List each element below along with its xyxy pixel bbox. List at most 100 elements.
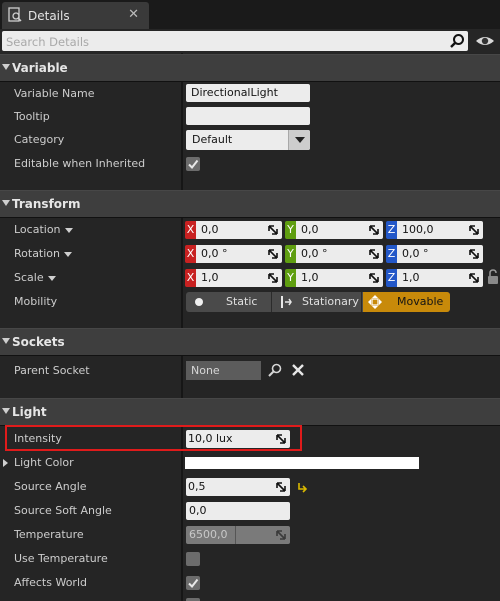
temperature-input[interactable]: 6500,0 <box>186 526 290 544</box>
category-sockets[interactable]: Sockets <box>0 328 500 356</box>
parent-socket-field[interactable]: None <box>186 361 261 380</box>
drag-arrow-icon <box>268 225 278 235</box>
rotation-z-value: 0,0 ° <box>402 247 429 260</box>
clear-icon[interactable] <box>292 364 304 376</box>
rotation-x-value: 0,0 ° <box>201 247 228 260</box>
axis-x-label: X <box>185 245 196 263</box>
close-icon[interactable]: ✕ <box>128 7 139 22</box>
mobility-movable-button[interactable]: Movable <box>363 292 450 312</box>
scale-y-input[interactable]: 1,0 <box>296 269 383 287</box>
eye-icon[interactable] <box>474 32 496 50</box>
property-label: Mobility <box>14 295 58 308</box>
source-angle-value: 0,5 <box>188 480 206 493</box>
scale-label[interactable]: Scale <box>14 271 56 284</box>
move-icon <box>368 295 382 309</box>
property-label: Affects World <box>14 576 87 589</box>
property-label: Light Color <box>14 456 74 469</box>
search-icon[interactable] <box>449 33 465 49</box>
property-label: Scale <box>14 271 44 284</box>
variable-name-input[interactable]: DirectionalLight <box>186 84 310 102</box>
source-angle-input[interactable]: 0,5 <box>186 478 290 496</box>
expand-arrow-icon <box>2 64 10 70</box>
tab-details[interactable]: Details ✕ <box>2 2 149 29</box>
scale-z-input[interactable]: 1,0 <box>397 269 483 287</box>
property-label: Parent Socket <box>14 364 90 377</box>
source-soft-angle-input[interactable]: 0,0 <box>186 502 290 520</box>
drag-arrow-icon <box>276 530 286 540</box>
row-source-angle: Source Angle 0,5 <box>0 475 500 499</box>
variable-name-value: DirectionalLight <box>191 86 278 99</box>
tab-label: Details <box>28 9 70 23</box>
expand-arrow-icon[interactable] <box>3 459 8 467</box>
expand-arrow-icon <box>2 408 10 414</box>
category-title: Transform <box>12 197 81 211</box>
row-use-temperature: Use Temperature <box>0 547 500 571</box>
drag-arrow-icon <box>369 225 379 235</box>
rotation-z-input[interactable]: 0,0 ° <box>397 245 483 263</box>
category-light[interactable]: Light <box>0 398 500 426</box>
axis-z-label: Z <box>386 221 397 239</box>
category-transform[interactable]: Transform <box>0 190 500 218</box>
rotation-label[interactable]: Rotation <box>14 247 73 260</box>
row-scale: Scale X 1,0 Y 1,0 Z 1,0 <box>0 266 500 290</box>
location-z-input[interactable]: 100,0 <box>397 221 483 239</box>
tab-bar: Details ✕ <box>0 0 500 29</box>
row-tooltip: Tooltip <box>0 105 500 129</box>
search-input[interactable]: Search Details <box>2 31 468 51</box>
location-label[interactable]: Location <box>14 223 73 236</box>
property-label: Variable Name <box>14 87 95 100</box>
property-label: Source Angle <box>14 480 87 493</box>
expand-arrow-icon <box>2 338 10 344</box>
static-icon <box>195 298 203 306</box>
scale-x-input[interactable]: 1,0 <box>196 269 282 287</box>
axis-z-label: Z <box>386 269 397 287</box>
property-label: Temperature <box>14 528 84 541</box>
expand-arrow-icon <box>2 200 10 206</box>
affects-world-checkbox[interactable] <box>186 576 200 590</box>
property-label: Source Soft Angle <box>14 504 112 517</box>
drag-arrow-icon <box>469 249 479 259</box>
rotation-y-input[interactable]: 0,0 ° <box>296 245 383 263</box>
location-y-input[interactable]: 0,0 <box>296 221 383 239</box>
reset-to-default-icon[interactable] <box>296 481 308 493</box>
chevron-down-icon[interactable] <box>288 130 310 150</box>
axis-x-label: X <box>185 269 196 287</box>
dropdown-arrow-icon <box>64 251 73 257</box>
dropdown-arrow-icon <box>47 275 56 281</box>
property-label: Editable when Inherited <box>14 157 146 170</box>
category-title: Light <box>12 405 47 419</box>
scale-z-value: 1,0 <box>402 271 420 284</box>
details-panel: Variable Variable Name DirectionalLight … <box>0 53 500 601</box>
category-title: Variable <box>12 61 68 75</box>
tooltip-input[interactable] <box>186 107 310 125</box>
mobility-stationary-label: Stationary <box>302 295 359 308</box>
rotation-x-input[interactable]: 0,0 ° <box>196 245 282 263</box>
search-icon[interactable] <box>268 363 282 377</box>
property-label: Location <box>14 223 61 236</box>
rotation-y-value: 0,0 ° <box>301 247 328 260</box>
mobility-selector: Static Stationary Movable <box>186 292 450 312</box>
row-variable-name: Variable Name DirectionalLight <box>0 82 500 106</box>
row-editable-inherited: Editable when Inherited <box>0 152 500 176</box>
location-x-input[interactable]: 0,0 <box>196 221 282 239</box>
checkmark-icon <box>188 578 199 589</box>
category-dropdown[interactable]: Default <box>186 130 310 150</box>
drag-arrow-icon <box>276 482 286 492</box>
row-category: Category Default <box>0 128 500 152</box>
mobility-stationary-button[interactable]: Stationary <box>273 292 362 312</box>
row-source-soft-angle: Source Soft Angle 0,0 <box>0 499 500 523</box>
drag-arrow-icon <box>369 273 379 283</box>
details-icon <box>8 7 22 23</box>
search-row: Search Details <box>0 29 500 53</box>
row-location: Location X 0,0 Y 0,0 Z 100,0 <box>0 218 500 242</box>
lock-icon[interactable] <box>487 269 499 285</box>
mobility-movable-label: Movable <box>397 295 444 308</box>
light-color-swatch[interactable] <box>185 457 419 469</box>
editable-checkbox[interactable] <box>186 157 200 171</box>
mobility-static-button[interactable]: Static <box>186 292 272 312</box>
mobility-static-label: Static <box>226 295 258 308</box>
axis-y-label: Y <box>285 221 296 239</box>
highlight-annotation <box>5 425 302 451</box>
category-variable[interactable]: Variable <box>0 54 500 82</box>
use-temperature-checkbox[interactable] <box>186 552 200 566</box>
